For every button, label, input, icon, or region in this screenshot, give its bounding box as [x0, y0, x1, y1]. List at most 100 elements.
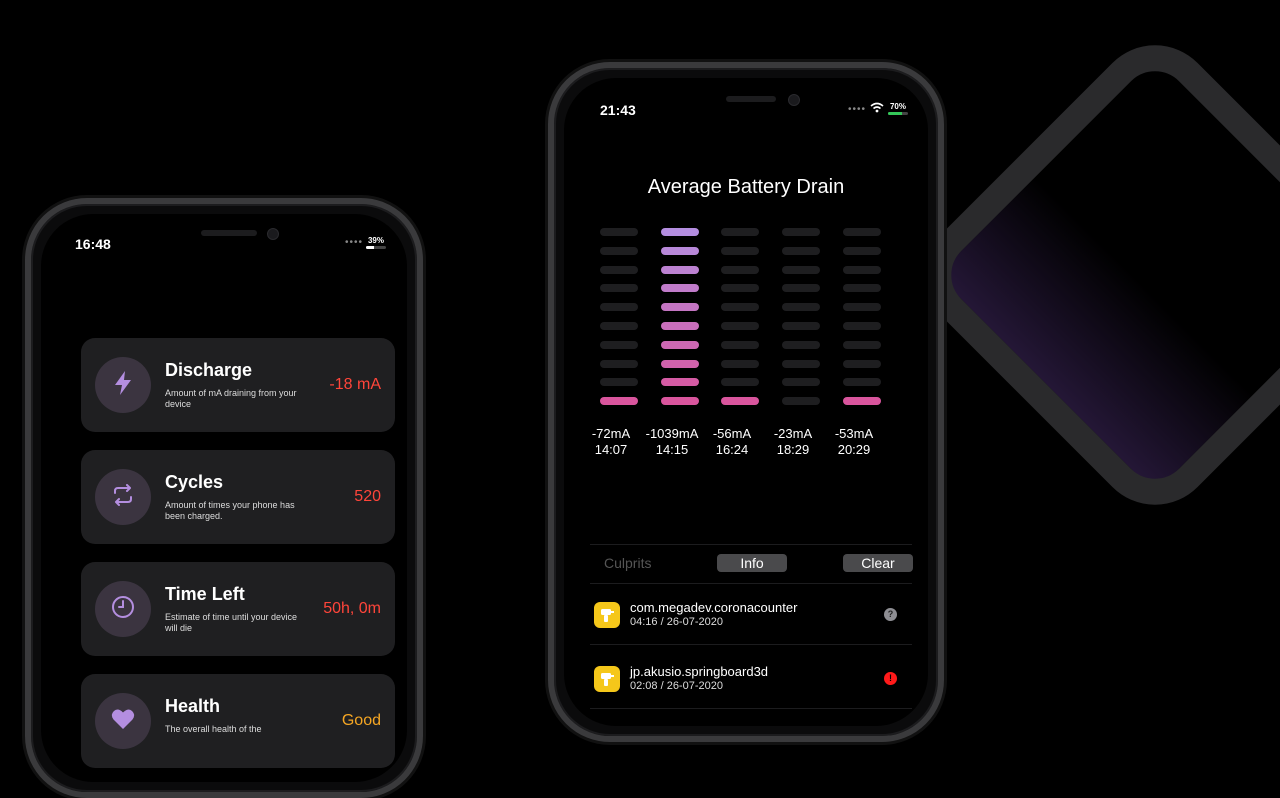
battery-percent: 70%: [889, 102, 906, 111]
bar-segment: [661, 378, 699, 387]
bar-label-3: -23mA 18:29: [758, 426, 828, 458]
culprits-label: Culprits: [604, 555, 652, 571]
bar-column-0: [600, 228, 638, 416]
stat-card-health[interactable]: Health The overall health of the Good: [81, 674, 395, 768]
bar-value-label: -56mA: [712, 426, 752, 441]
bar-segment: [721, 397, 759, 406]
bar-segment: [661, 340, 699, 349]
speaker-grille: [201, 230, 257, 236]
bar-segment: [721, 321, 759, 330]
bar-time-label: 20:29: [837, 442, 871, 457]
bolt-icon-circle: [95, 357, 151, 413]
bar-segment: [661, 303, 699, 312]
bar-segment: [721, 359, 759, 368]
bar-label-0: -72mA 14:07: [576, 426, 646, 458]
bar-segment: [721, 246, 759, 255]
culprit-name: com.megadev.coronacounter: [630, 600, 798, 615]
bar-value-label: -53mA: [834, 426, 874, 441]
bar-segment: [782, 321, 820, 330]
bar-segment: [721, 303, 759, 312]
status-time: 21:43: [600, 102, 636, 118]
bar-segment: [600, 359, 638, 368]
bar-column-3: [782, 228, 820, 416]
status-badge[interactable]: ?: [884, 608, 897, 621]
bar-label-4: -53mA 20:29: [819, 426, 889, 458]
row-divider: [590, 708, 912, 709]
drill-icon: [594, 602, 620, 628]
bar-column-2: [721, 228, 759, 416]
repeat-icon-circle: [95, 469, 151, 525]
signal-dots-icon: ••••: [848, 104, 867, 115]
bar-segment: [661, 228, 699, 236]
bar-segment: [661, 321, 699, 330]
bar-segment: [782, 397, 820, 406]
bar-segment: [782, 265, 820, 274]
speaker-grille: [726, 96, 776, 102]
battery-percent: 39%: [367, 236, 384, 245]
bar-segment: [600, 246, 638, 255]
row-divider: [590, 644, 912, 645]
bar-segment: [661, 359, 699, 368]
background-diamond-decoration: [900, 20, 1280, 530]
bar-segment: [843, 265, 881, 274]
bar-segment: [661, 265, 699, 274]
bar-value-label: -72mA: [591, 426, 631, 441]
info-button[interactable]: Info: [717, 554, 787, 572]
bar-time-label: 16:24: [715, 442, 749, 457]
bar-segment: [600, 321, 638, 330]
repeat-icon: [111, 483, 135, 511]
bar-segment: [721, 228, 759, 236]
bar-segment: [661, 246, 699, 255]
chart-title: Average Battery Drain: [647, 176, 845, 198]
bar-segment: [782, 359, 820, 368]
bar-segment: [843, 340, 881, 349]
bar-segment: [782, 228, 820, 236]
card-title: Discharge: [165, 360, 253, 380]
clock-icon: [111, 595, 135, 624]
culprit-date: 02:08 / 26-07-2020: [630, 680, 723, 692]
phone-right: 21:43 •••• 70% Average Battery Drain -72…: [548, 62, 944, 742]
card-value: -18 mA: [329, 376, 381, 393]
bar-segment: [843, 321, 881, 330]
culprit-date: 04:16 / 26-07-2020: [630, 616, 723, 628]
bar-time-label: 14:07: [594, 442, 628, 457]
battery-indicator: 70%: [888, 102, 908, 115]
bar-segment: [843, 397, 881, 406]
bar-segment: [600, 397, 638, 406]
bar-segment: [600, 378, 638, 387]
culprit-name: jp.akusio.springboard3d: [630, 664, 769, 679]
card-description: Amount of mA draining from your device: [165, 388, 297, 409]
bar-segment: [721, 340, 759, 349]
bar-segment: [843, 303, 881, 312]
bar-segment: [721, 378, 759, 387]
card-value: 520: [354, 488, 381, 505]
drill-icon: [594, 666, 620, 692]
bar-segment: [782, 284, 820, 293]
bar-segment: [782, 378, 820, 387]
stat-card-discharge[interactable]: Discharge Amount of mA draining from you…: [81, 338, 395, 432]
heart-icon-circle: [95, 693, 151, 749]
bar-segment: [721, 284, 759, 293]
bar-segment: [661, 397, 699, 406]
battery-icon: [888, 112, 908, 115]
card-description: Estimate of time until your device will …: [165, 612, 298, 633]
bar-column-4: [843, 228, 881, 416]
bar-segment: [843, 246, 881, 255]
status-badge[interactable]: !: [884, 672, 897, 685]
stat-card-time-left[interactable]: Time Left Estimate of time until your de…: [81, 562, 395, 656]
bar-segment: [600, 303, 638, 312]
stat-card-cycles[interactable]: Cycles Amount of times your phone has be…: [81, 450, 395, 544]
bar-segment: [600, 340, 638, 349]
wifi-icon: [870, 102, 884, 113]
battery-indicator: 39%: [366, 236, 386, 249]
heart-icon: [111, 708, 135, 735]
bar-segment: [843, 284, 881, 293]
battery-icon: [366, 246, 386, 249]
card-title: Health: [165, 696, 221, 716]
bar-segment: [661, 284, 699, 293]
card-value: 50h, 0m: [323, 600, 381, 617]
bar-segment: [843, 228, 881, 236]
bar-segment: [600, 228, 638, 236]
phone-left-screen: 16:48 •••• 39% Discharge Amount of mA dr…: [41, 214, 407, 782]
clear-button[interactable]: Clear: [843, 554, 913, 572]
